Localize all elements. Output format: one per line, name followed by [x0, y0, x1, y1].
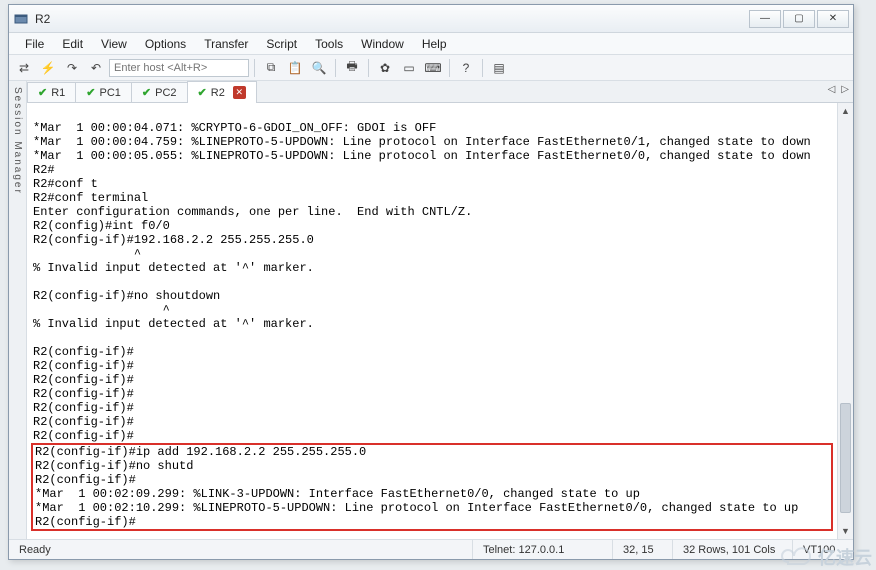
tab-label: R1 [51, 87, 65, 99]
statusbar: Ready Telnet: 127.0.0.1 32, 15 32 Rows, … [9, 539, 853, 559]
toolbar-separator [368, 59, 369, 77]
toolbar-separator [335, 59, 336, 77]
find-icon[interactable]: 🔍 [308, 58, 330, 78]
menu-help[interactable]: Help [414, 35, 455, 53]
tab-scroll-left-icon[interactable]: ◁ [828, 84, 836, 95]
toolbar-separator [449, 59, 450, 77]
disconnect-icon[interactable]: ↶ [85, 58, 107, 78]
session-manager-panel[interactable]: Session Manager [9, 81, 27, 539]
scroll-down-icon[interactable]: ▼ [838, 523, 853, 539]
tab-pc2[interactable]: ✔ PC2 [131, 82, 188, 102]
app-icon [13, 11, 29, 27]
print-icon[interactable]: 🖶 [341, 58, 363, 78]
status-ready: Ready [9, 540, 473, 559]
toolbar-separator [254, 59, 255, 77]
status-size: 32 Rows, 101 Cols [673, 540, 793, 559]
connect-icon[interactable]: ↷ [61, 58, 83, 78]
menubar: File Edit View Options Transfer Script T… [9, 33, 853, 55]
scroll-up-icon[interactable]: ▲ [838, 103, 853, 119]
paste-icon[interactable]: 📋 [284, 58, 306, 78]
reconnect-icon[interactable]: ⇄ [13, 58, 35, 78]
check-icon: ✔ [38, 86, 47, 99]
menu-tools[interactable]: Tools [307, 35, 351, 53]
toolbar-separator [482, 59, 483, 77]
menu-edit[interactable]: Edit [54, 35, 91, 53]
toggle-icon[interactable]: ▤ [488, 58, 510, 78]
menu-options[interactable]: Options [137, 35, 194, 53]
toolbar: ⇄ ⚡ ↷ ↶ ⧉ 📋 🔍 🖶 ✿ ▭ ⌨ ? ▤ [9, 55, 853, 81]
options-icon[interactable]: ✿ [374, 58, 396, 78]
session-manager-label: Session Manager [12, 87, 23, 195]
vertical-scrollbar[interactable]: ▲ ▼ [837, 103, 853, 539]
keymap-icon[interactable]: ⌨ [422, 58, 444, 78]
tab-pc1[interactable]: ✔ PC1 [75, 82, 132, 102]
check-icon: ✔ [86, 86, 95, 99]
host-input[interactable] [109, 59, 249, 77]
help-icon[interactable]: ? [455, 58, 477, 78]
highlighted-block: R2(config-if)#ip add 192.168.2.2 255.255… [31, 443, 833, 531]
tab-label: PC2 [155, 87, 176, 99]
tab-r1[interactable]: ✔ R1 [27, 82, 76, 102]
copy-icon[interactable]: ⧉ [260, 58, 282, 78]
terminal-output[interactable]: *Mar 1 00:00:04.071: %CRYPTO-6-GDOI_ON_O… [27, 103, 837, 539]
tab-r2[interactable]: ✔ R2 ✕ [187, 81, 257, 103]
session-icon[interactable]: ▭ [398, 58, 420, 78]
menu-view[interactable]: View [93, 35, 135, 53]
menu-file[interactable]: File [17, 35, 52, 53]
status-cursor: 32, 15 [613, 540, 673, 559]
quick-connect-icon[interactable]: ⚡ [37, 58, 59, 78]
titlebar: R2 — ▢ ✕ [9, 5, 853, 33]
status-connection: Telnet: 127.0.0.1 [473, 540, 613, 559]
menu-window[interactable]: Window [353, 35, 412, 53]
check-icon: ✔ [142, 86, 151, 99]
app-window: R2 — ▢ ✕ File Edit View Options Transfer… [8, 4, 854, 560]
scroll-thumb[interactable] [840, 403, 851, 513]
tab-label: R2 [211, 87, 225, 99]
minimize-button[interactable]: — [749, 10, 781, 28]
close-button[interactable]: ✕ [817, 10, 849, 28]
menu-transfer[interactable]: Transfer [196, 35, 256, 53]
tabstrip: ✔ R1 ✔ PC1 ✔ PC2 ✔ R2 ✕ ◁ ▷ [27, 81, 853, 103]
window-title: R2 [35, 12, 749, 26]
close-tab-icon[interactable]: ✕ [233, 86, 246, 99]
maximize-button[interactable]: ▢ [783, 10, 815, 28]
tab-scroll-right-icon[interactable]: ▷ [841, 84, 849, 95]
check-icon: ✔ [198, 86, 207, 99]
status-emulation: VT100 [793, 540, 853, 559]
menu-script[interactable]: Script [258, 35, 305, 53]
tab-label: PC1 [100, 87, 121, 99]
